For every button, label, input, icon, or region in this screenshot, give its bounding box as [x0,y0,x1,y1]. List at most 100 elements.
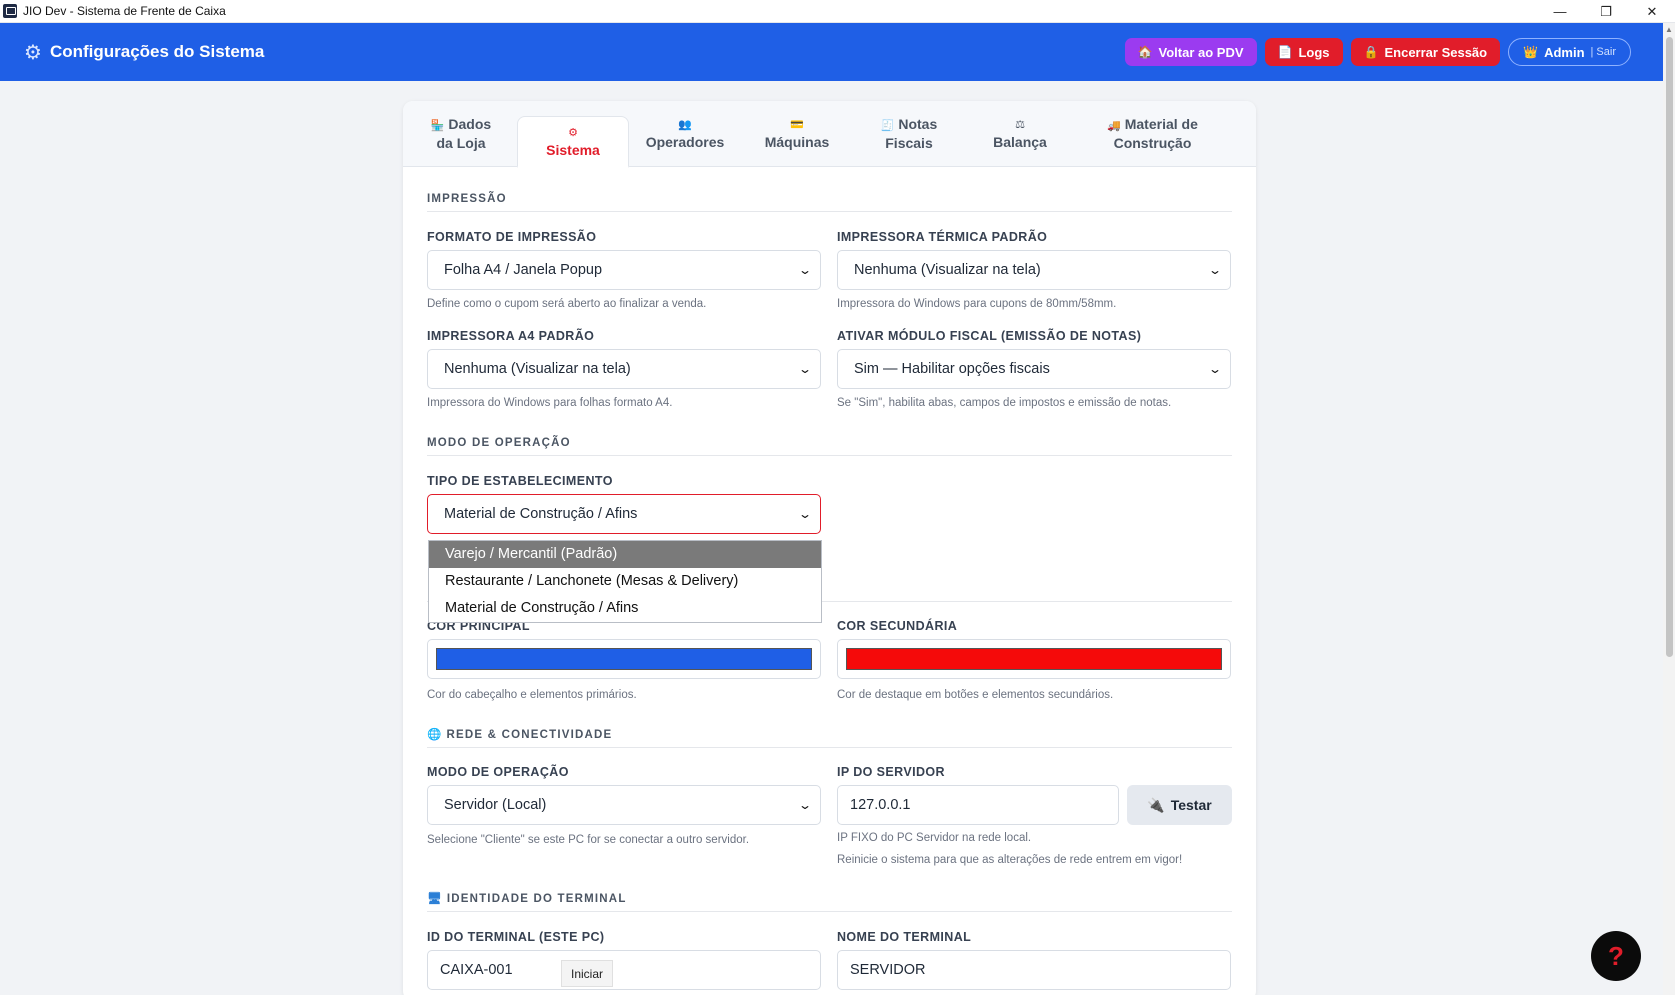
tab-label: Máquinas [764,133,830,150]
page-title: Configurações do Sistema [49,42,265,61]
a4-value: Nenhuma (Visualizar na tela) [444,361,631,377]
tab-sistema[interactable]: ⚙ Sistema [517,116,629,168]
tab-maquinas[interactable]: 💳 Máquinas [741,101,853,166]
formato-select[interactable]: Folha A4 / Janela Popup ⌄ [427,250,821,290]
restore-button[interactable]: ❐ [1583,0,1629,23]
crown-icon: 👑 [1523,45,1539,59]
receipt-icon: 🧾 Notas [880,115,938,132]
tab-operadores[interactable]: 👥 Operadores [629,101,741,166]
scale-icon: ⚖ [1015,118,1025,131]
cor-secundaria-hint: Cor de destaque em botões e elementos se… [837,689,1114,701]
gear-icon: ⚙ [24,41,42,64]
formato-hint: Define como o cupom será aberto ao final… [427,298,707,310]
tooltip: Iniciar [561,960,614,987]
section-modo-operacao: MODO DE OPERAÇÃO [427,437,1232,456]
cor-secundaria-picker[interactable] [837,639,1231,679]
fiscal-label: ATIVAR MÓDULO FISCAL (EMISSÃO DE NOTAS) [837,329,1142,343]
tab-material-construcao[interactable]: 🚚 Material de Construção [1075,101,1230,166]
terminal-nome-label: NOME DO TERMINAL [837,930,972,944]
test-connection-button[interactable]: 🔌 Testar [1127,785,1232,825]
tipo-value: Material de Construção / Afins [444,506,638,522]
monitor-icon: 🖥 [427,893,443,905]
modo-rede-value: Servidor (Local) [444,797,547,813]
dropdown-option[interactable]: Varejo / Mercantil (Padrão) [429,541,821,568]
tab-notas-fiscais[interactable]: 🧾 Notas Fiscais [853,101,965,166]
logs-button[interactable]: 📄 Logs [1264,38,1343,66]
chevron-down-icon: ⌄ [1207,263,1223,277]
scroll-up-icon[interactable]: ▲ [1663,23,1675,37]
tab-label: Balança [993,133,1047,150]
modo-rede-label: MODO DE OPERAÇÃO [427,765,569,779]
app-icon [3,4,17,18]
help-button[interactable]: ? [1591,931,1641,981]
admin-button[interactable]: 👑 Admin | Sair [1508,38,1631,66]
tab-label: da Loja [436,134,486,151]
termica-label: IMPRESSORA TÉRMICA PADRÃO [837,230,1048,244]
back-to-pdv-label: Voltar ao PDV [1158,44,1244,60]
end-session-button[interactable]: 🔒 Encerrar Sessão [1350,38,1501,66]
terminal-id-input[interactable]: CAIXA-001 [427,950,821,990]
termica-select[interactable]: Nenhuma (Visualizar na tela) ⌄ [837,250,1231,290]
ip-input[interactable]: 127.0.0.1 [837,785,1119,825]
formato-value: Folha A4 / Janela Popup [444,262,603,278]
terminal-nome-input[interactable]: SERVIDOR [837,950,1231,990]
window-controls: — ❐ ✕ [1537,0,1675,23]
gear-icon: ⚙ [568,126,578,139]
admin-label: Admin [1544,44,1585,60]
store-icon: 🏪 Dados [430,115,492,132]
window-titlebar: JIO Dev - Sistema de Frente de Caixa — ❐… [0,0,1675,23]
cor-secundaria-label: COR SECUNDÁRIA [837,619,958,633]
a4-hint: Impressora do Windows para folhas format… [427,397,673,409]
chevron-down-icon: ⌄ [797,507,813,521]
header-actions: 🏠 Voltar ao PDV 📄 Logs 🔒 Encerrar Sessão… [1124,38,1631,66]
app-header: ⚙ Configurações do Sistema 🏠 Voltar ao P… [0,23,1675,81]
users-icon: 👥 [678,118,692,131]
tipo-select[interactable]: Material de Construção / Afins ⌄ [427,494,821,534]
termica-hint: Impressora do Windows para cupons de 80m… [837,298,1117,310]
tab-label: Fiscais [885,134,933,151]
close-button[interactable]: ✕ [1629,0,1675,23]
termica-value: Nenhuma (Visualizar na tela) [854,262,1041,278]
minimize-button[interactable]: — [1537,0,1583,23]
back-to-pdv-button[interactable]: 🏠 Voltar ao PDV [1124,38,1257,66]
section-terminal: 🖥 IDENTIDADE DO TERMINAL [427,891,1232,912]
modo-rede-select[interactable]: Servidor (Local) ⌄ [427,785,821,825]
color-swatch [846,648,1222,670]
chevron-down-icon: ⌄ [797,362,813,376]
tab-label: Construção [1113,134,1192,151]
a4-select[interactable]: Nenhuma (Visualizar na tela) ⌄ [427,349,821,389]
fiscal-value: Sim — Habilitar opções fiscais [854,361,1050,377]
tipo-label: TIPO DE ESTABELECIMENTO [427,474,613,488]
end-session-label: Encerrar Sessão [1384,44,1488,60]
chevron-down-icon: ⌄ [1207,362,1223,376]
fiscal-hint: Se "Sim", habilita abas, campos de impos… [837,397,1172,409]
window-title: JIO Dev - Sistema de Frente de Caixa [23,4,226,18]
fiscal-select[interactable]: Sim — Habilitar opções fiscais ⌄ [837,349,1231,389]
section-rede: 🌐 REDE & CONECTIVIDADE [427,727,1232,748]
globe-icon: 🌐 [427,729,443,741]
card-icon: 💳 [790,118,804,131]
tab-dados-loja[interactable]: 🏪 Dados da Loja [405,101,517,166]
scrollbar-thumb[interactable] [1666,37,1673,657]
modo-rede-hint: Selecione "Cliente" se este PC for se co… [427,834,750,846]
terminal-id-label: ID DO TERMINAL (ESTE PC) [427,930,605,944]
dropdown-option[interactable]: Restaurante / Lanchonete (Mesas & Delive… [429,568,821,595]
plug-icon: 🔌 [1147,796,1165,813]
home-icon: 🏠 [1137,45,1153,59]
logs-label: Logs [1298,44,1330,60]
truck-icon: 🚚 Material de [1107,115,1198,132]
tab-bar: 🏪 Dados da Loja ⚙ Sistema 👥 Operadores 💳… [403,101,1256,168]
a4-label: IMPRESSORA A4 PADRÃO [427,329,595,343]
section-impressao: IMPRESSÃO [427,193,1232,212]
ip-hint: IP FIXO do PC Servidor na rede local. [837,832,1032,844]
formato-label: FORMATO DE IMPRESSÃO [427,230,597,244]
tab-label: Operadores [645,133,725,150]
ip-label: IP DO SERVIDOR [837,765,945,779]
tab-label: Sistema [546,141,600,158]
tab-balanca[interactable]: ⚖ Balança [965,101,1075,166]
page-scrollbar[interactable]: ▲ [1663,23,1675,995]
dropdown-option[interactable]: Material de Construção / Afins [429,595,821,622]
tipo-dropdown-list[interactable]: Varejo / Mercantil (Padrão) Restaurante … [428,540,822,623]
cor-principal-picker[interactable] [427,639,821,679]
logout-link[interactable]: | Sair [1591,46,1616,58]
